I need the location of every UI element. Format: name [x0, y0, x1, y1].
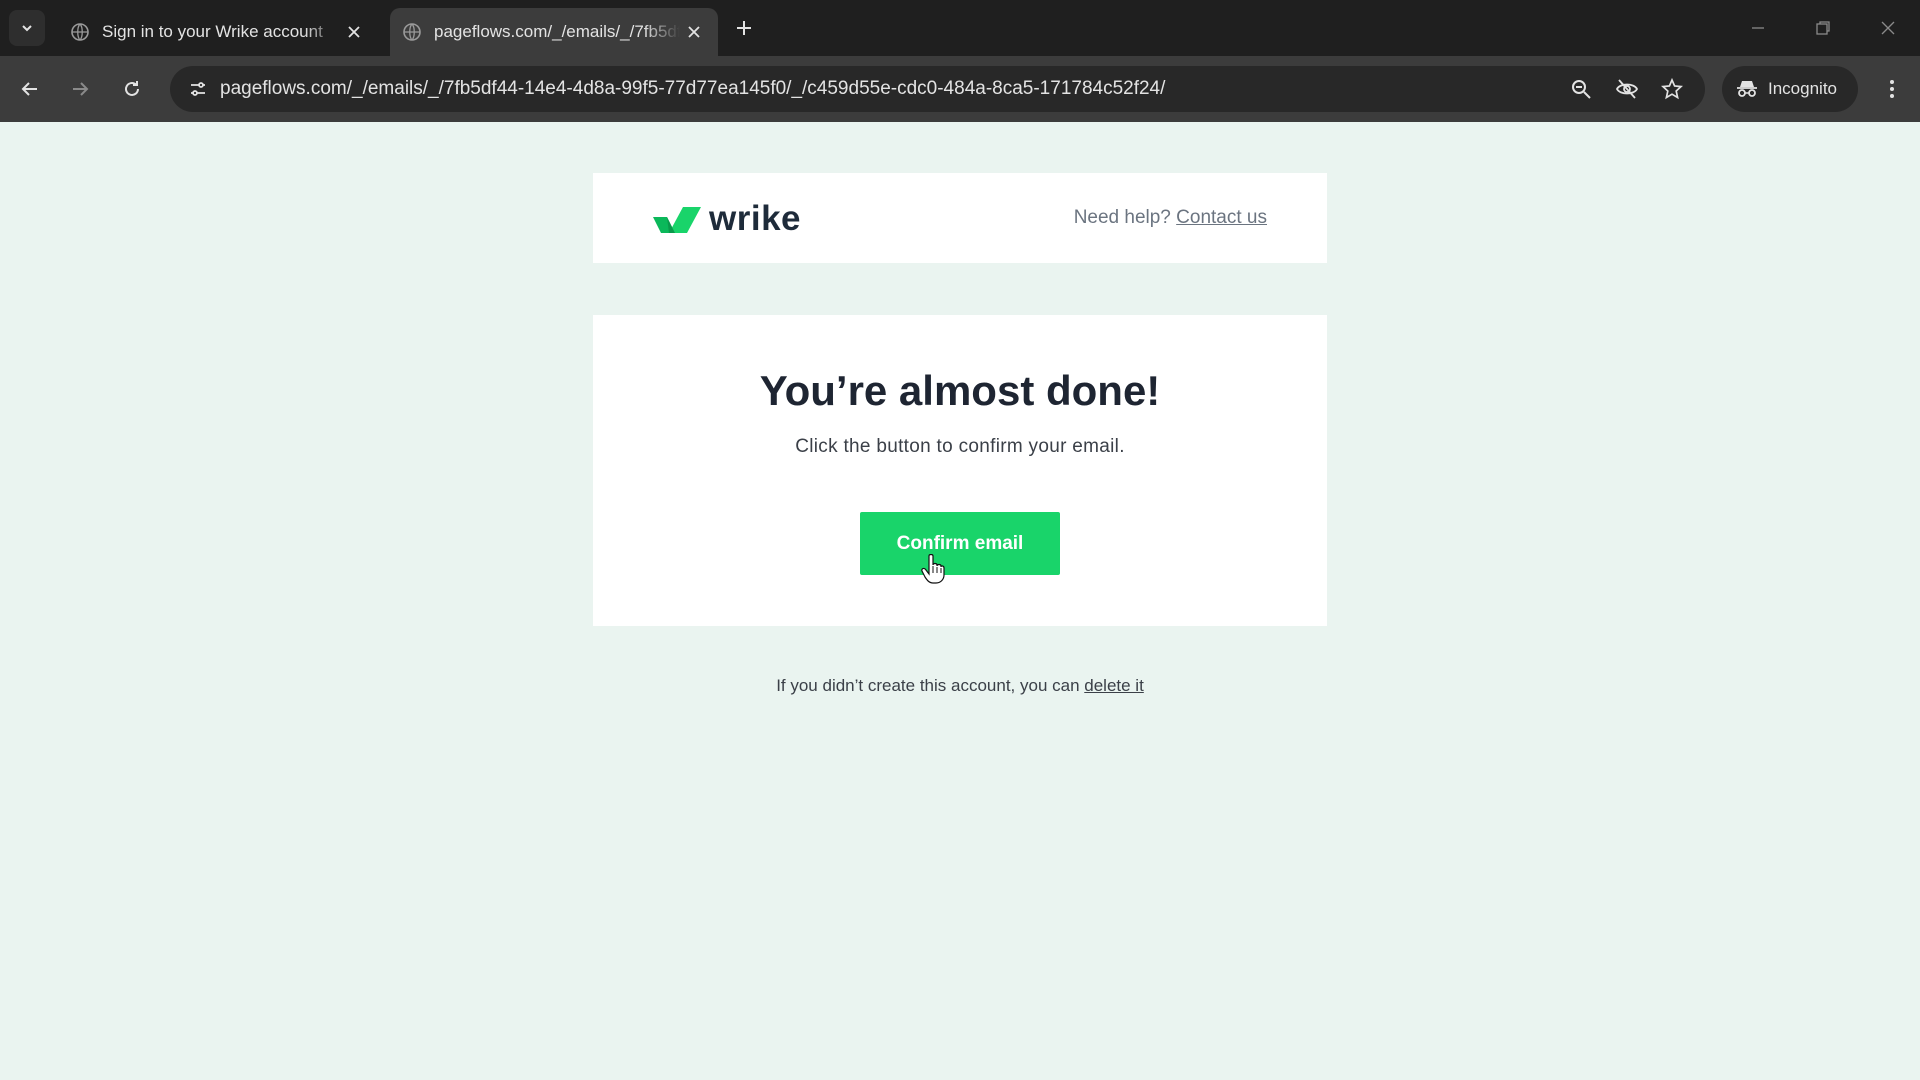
back-button[interactable]: [14, 73, 46, 105]
forward-icon: [73, 82, 89, 96]
zoom-icon: [1572, 80, 1591, 99]
confirm-instructions: Click the button to confirm your email.: [795, 436, 1125, 457]
browser-menu-button[interactable]: [1876, 73, 1908, 105]
page-title: You’re almost done!: [759, 367, 1161, 414]
close-tab-button[interactable]: [680, 18, 708, 46]
chevron-down-icon: [22, 25, 32, 32]
address-bar[interactable]: pageflows.com/_/emails/_/7fb5df44-14e4-4…: [170, 66, 1705, 112]
contact-us-link[interactable]: Contact us: [1176, 207, 1267, 228]
back-icon: [21, 82, 37, 96]
incognito-indicator[interactable]: Incognito: [1722, 66, 1858, 112]
close-icon: [348, 26, 360, 38]
delete-account-link[interactable]: delete it: [1084, 676, 1144, 695]
incognito-label: Incognito: [1768, 79, 1837, 98]
reload-icon: [125, 81, 139, 96]
hand-cursor-icon: [921, 554, 945, 584]
close-window-button[interactable]: [1874, 14, 1902, 42]
tracking-protection-button[interactable]: [1612, 74, 1642, 104]
confirm-email-button[interactable]: Confirm email: [860, 512, 1060, 575]
site-info-button[interactable]: [182, 73, 214, 105]
tab-search-button[interactable]: [9, 10, 45, 46]
new-tab-button[interactable]: [730, 14, 758, 42]
restore-icon: [1816, 21, 1830, 35]
delete-account-note: If you didn’t create this account, you c…: [0, 676, 1920, 696]
help-prefix: Need help?: [1073, 207, 1171, 228]
email-header: wrike Need help? Contact us: [593, 173, 1327, 263]
restore-button[interactable]: [1809, 14, 1837, 42]
footer-prefix: If you didn’t create this account, you c…: [776, 676, 1080, 695]
tab-pageflows[interactable]: pageflows.com/_/emails/_/7fb5df44-14e4-4…: [390, 8, 718, 56]
globe-icon: [71, 23, 89, 41]
reload-button[interactable]: [116, 73, 148, 105]
minimize-icon: [1752, 27, 1764, 29]
globe-icon: [403, 23, 421, 41]
tab-title: Sign in to your Wrike account: [102, 22, 323, 41]
wrike-logo: wrike: [653, 199, 801, 239]
minimize-button[interactable]: [1744, 14, 1772, 42]
star-icon: [1661, 78, 1683, 100]
wrike-wordmark: wrike: [709, 199, 801, 238]
plus-icon: [737, 21, 751, 35]
close-tab-button[interactable]: [340, 18, 368, 46]
help-text: Need help? Contact us: [1074, 173, 1267, 263]
url-text[interactable]: pageflows.com/_/emails/_/7fb5df44-14e4-4…: [220, 66, 1165, 112]
close-icon: [688, 26, 700, 38]
browser-toolbar: pageflows.com/_/emails/_/7fb5df44-14e4-4…: [0, 56, 1920, 122]
incognito-icon: [1737, 81, 1757, 97]
close-icon: [1881, 21, 1895, 35]
tab-wrike-signin[interactable]: Sign in to your Wrike account: [58, 8, 378, 56]
more-icon: [1890, 80, 1894, 98]
confirm-card: You’re almost done! Click the button to …: [593, 315, 1327, 626]
eye-off-icon: [1615, 79, 1639, 99]
browser-tab-bar: Sign in to your Wrike account pageflows.…: [0, 0, 1920, 56]
site-info-icon: [191, 82, 205, 96]
zoom-button[interactable]: [1566, 74, 1596, 104]
wrike-check-icon: [653, 207, 701, 233]
tab-title: pageflows.com/_/emails/_/7fb5df44-14e4-4…: [434, 22, 680, 41]
bookmark-button[interactable]: [1657, 74, 1687, 104]
forward-button[interactable]: [64, 73, 96, 105]
